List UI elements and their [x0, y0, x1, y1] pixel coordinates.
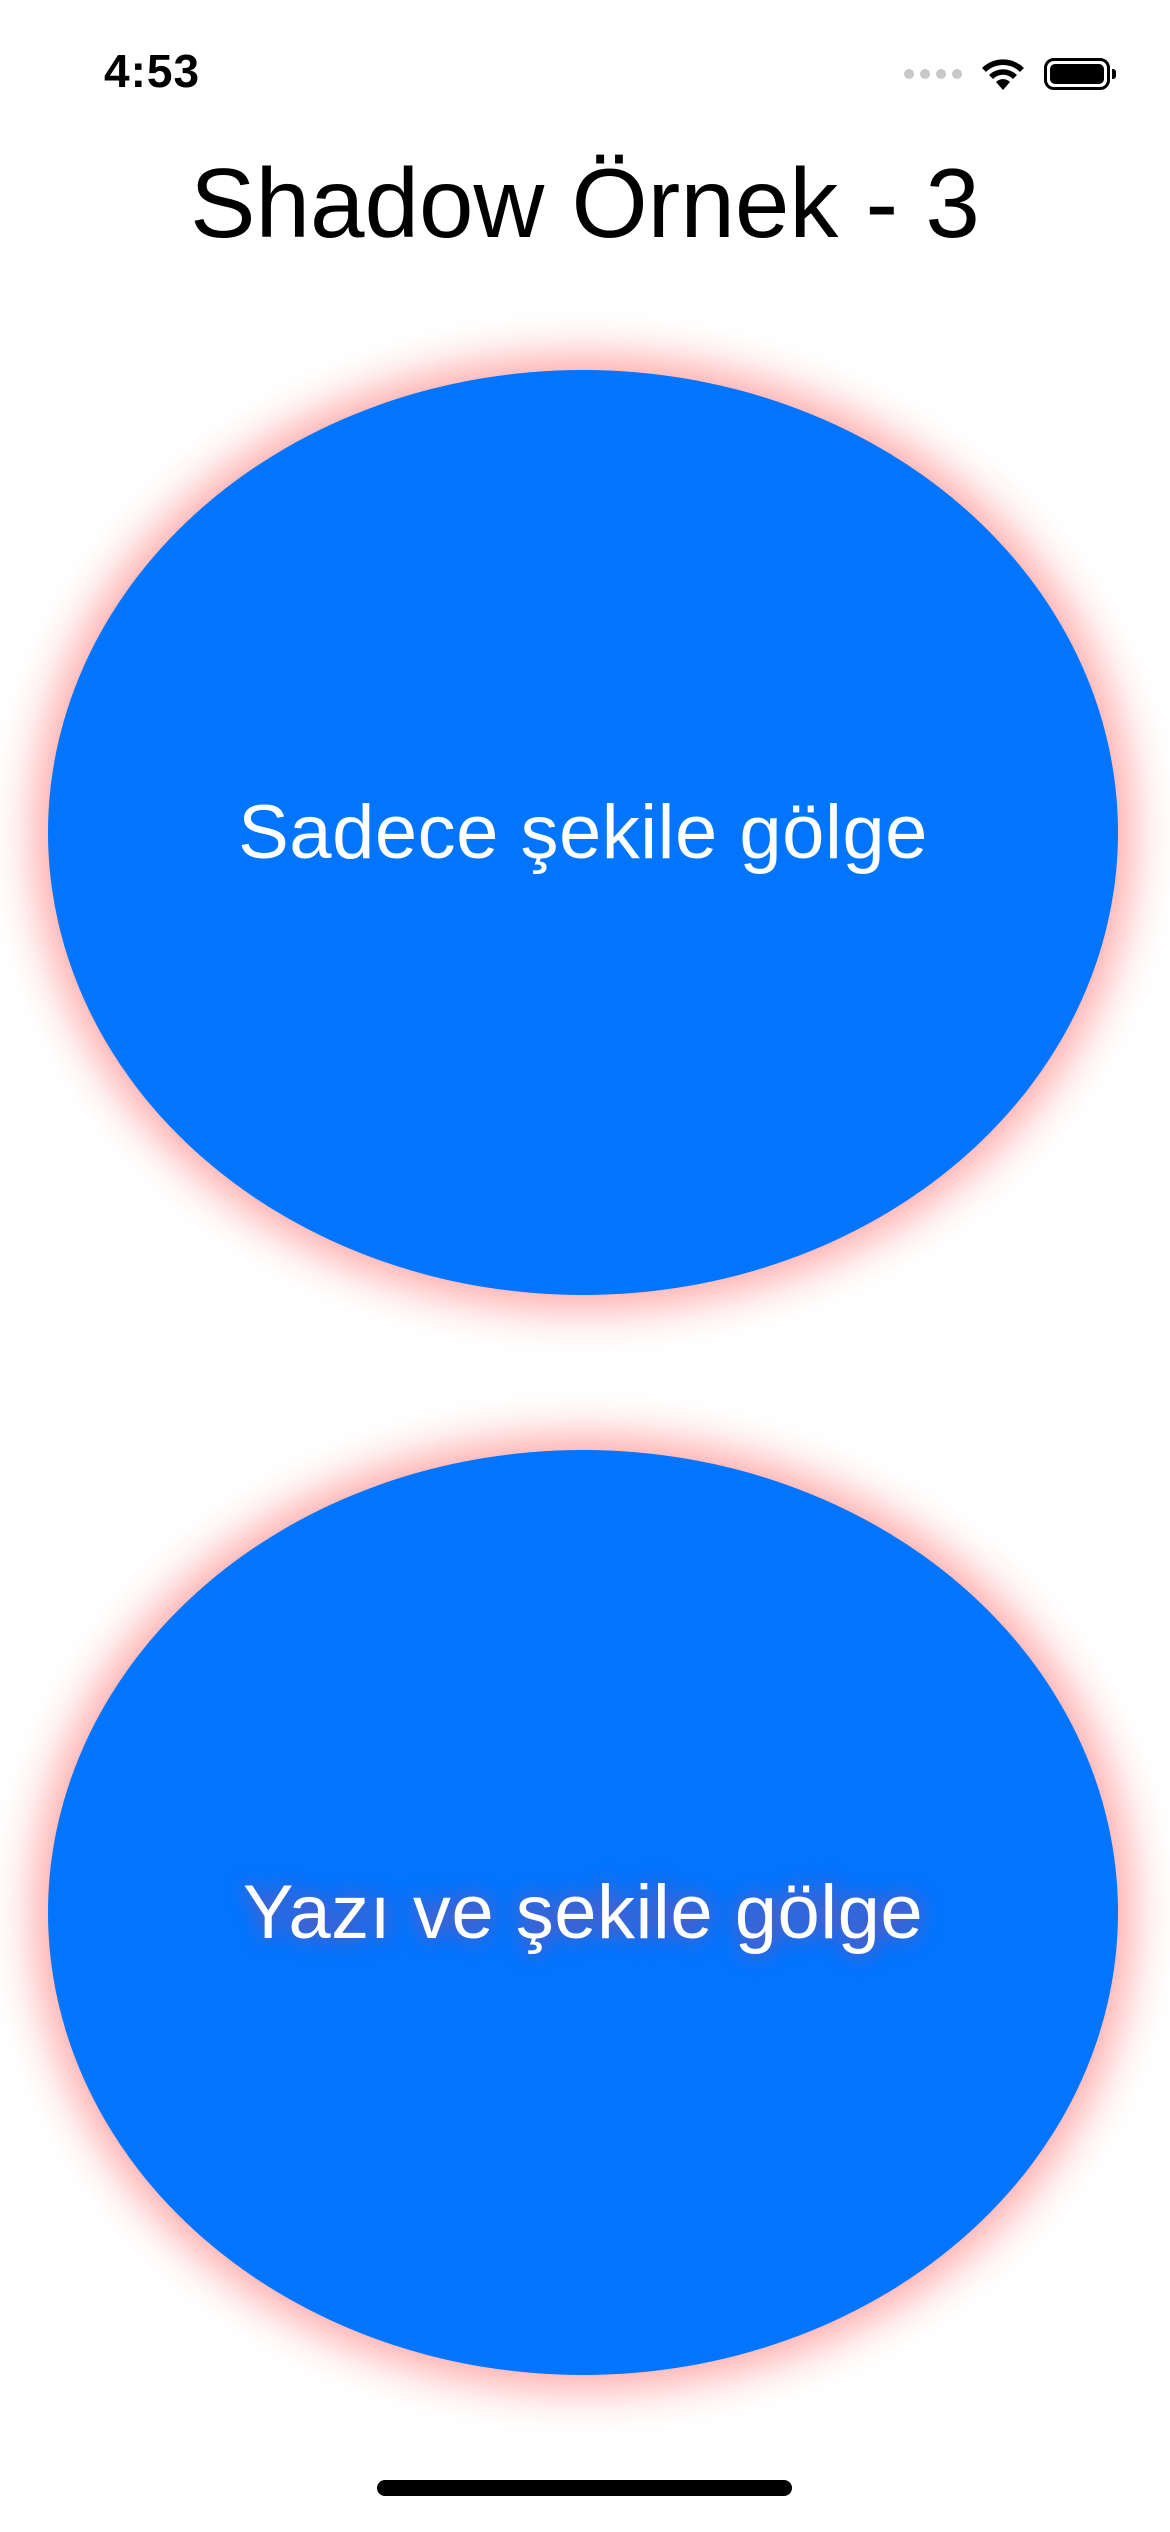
status-bar: 4:53	[0, 0, 1170, 140]
battery-icon	[1044, 58, 1116, 90]
wifi-icon	[982, 59, 1024, 90]
text-and-shape-shadow-button[interactable]: Yazı ve şekile gölge	[48, 1450, 1118, 2375]
cellular-signal-icon	[904, 69, 962, 79]
text-and-shape-shadow-button-label: Yazı ve şekile gölge	[242, 1870, 924, 1955]
shape-shadow-button-label: Sadece şekile gölge	[238, 790, 928, 875]
home-indicator[interactable]	[377, 2480, 792, 2496]
status-icons	[904, 50, 1116, 98]
shape-shadow-button[interactable]: Sadece şekile gölge	[48, 370, 1118, 1295]
status-time: 4:53	[104, 45, 201, 97]
page-title: Shadow Örnek - 3	[190, 148, 980, 258]
